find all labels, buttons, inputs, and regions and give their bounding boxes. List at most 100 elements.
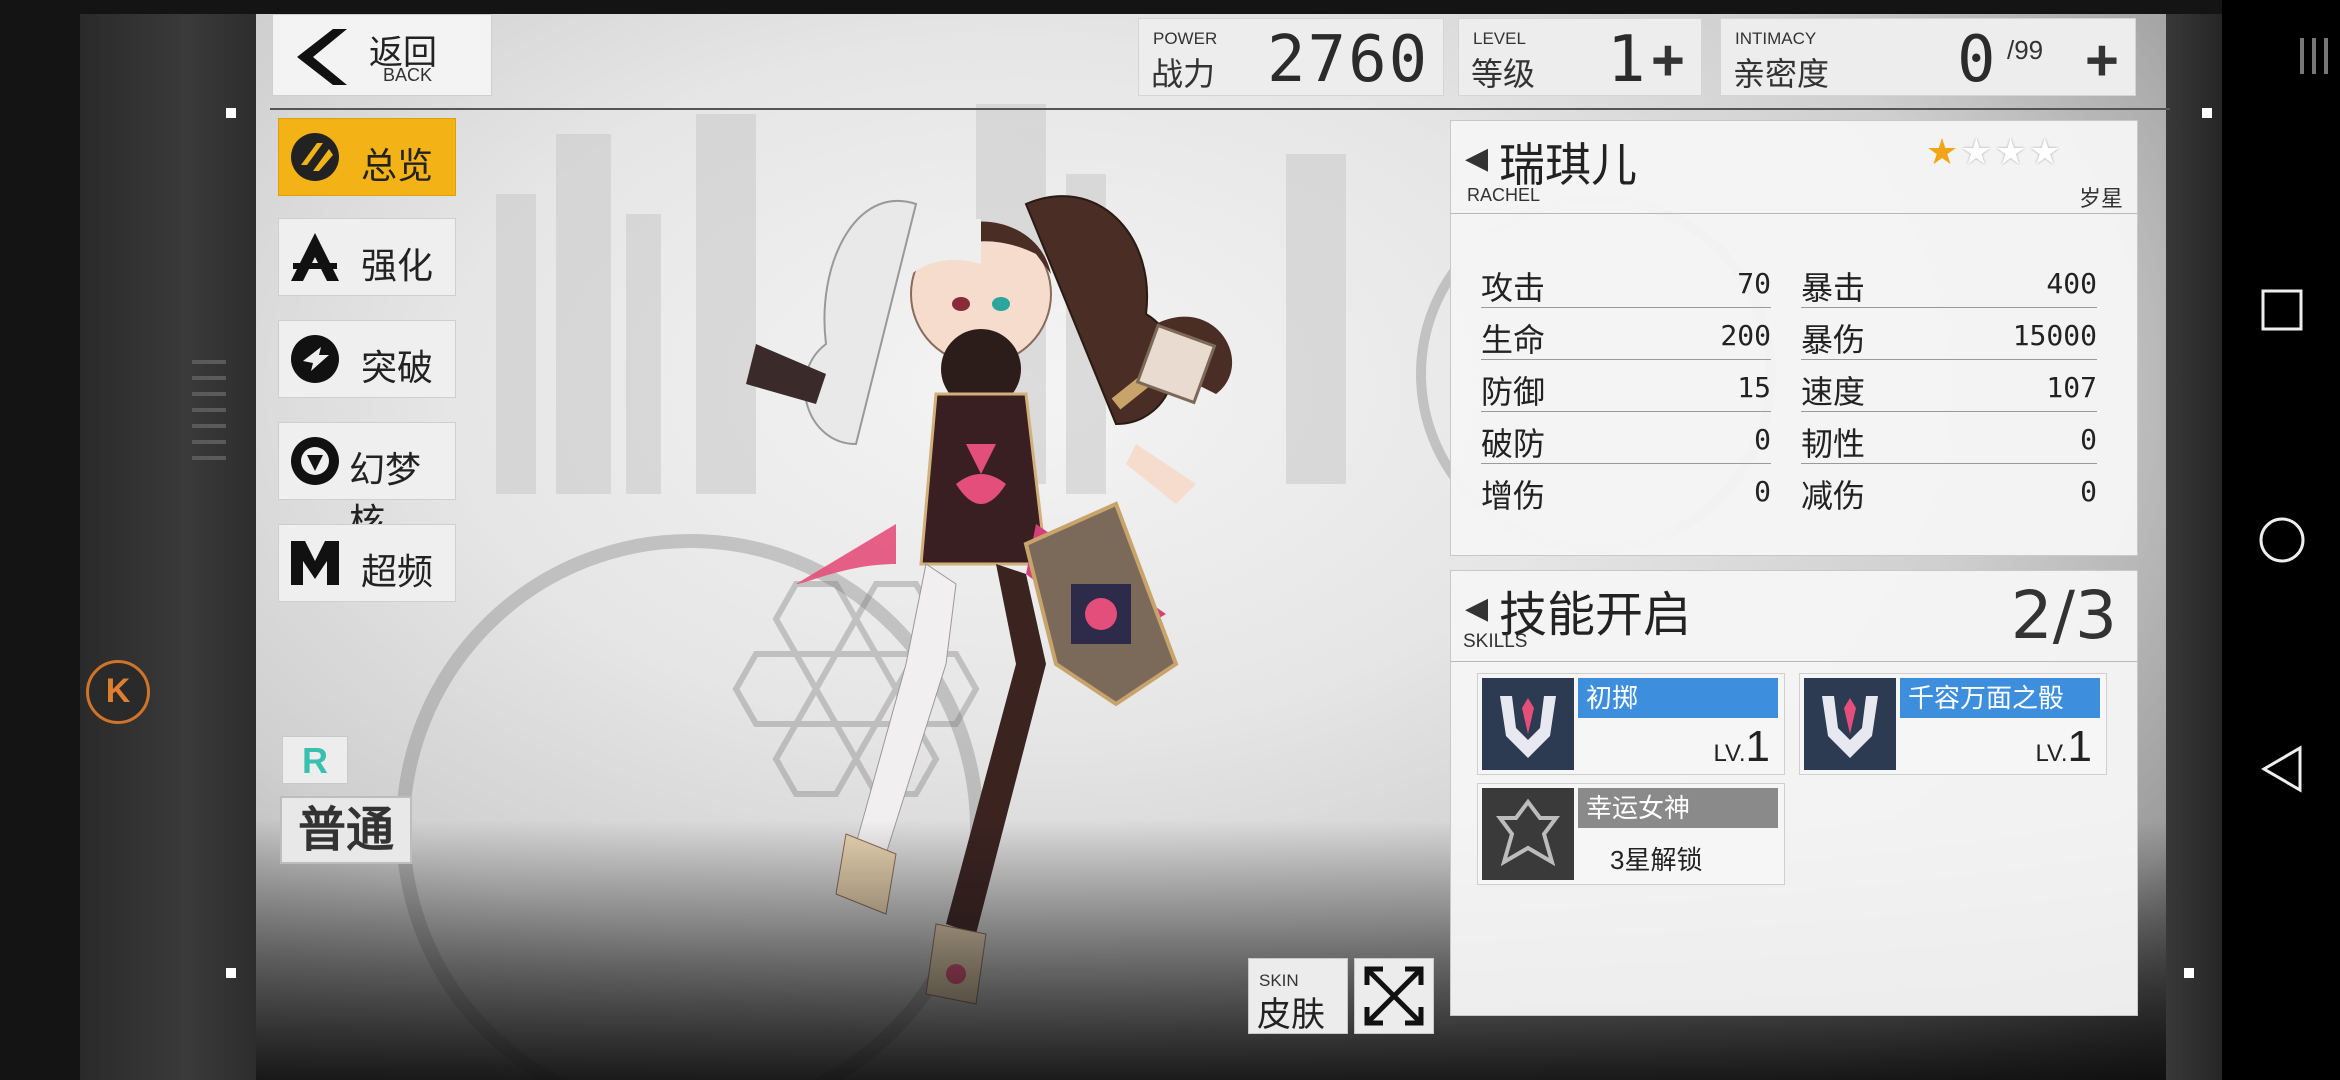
stat-row: 暴伤 15000 [1801,307,2097,360]
skill-card[interactable]: 初掷 LV.1 [1477,673,1785,775]
nav-label: 强化 [361,245,434,286]
level-up-button[interactable]: + [1651,27,1685,94]
rarity-text: 普通 [280,796,412,864]
level-value: 1 [1607,23,1648,97]
panel-divider [1451,661,2137,662]
stat-value: 0 [2080,475,2097,508]
stat-label: 增伤 [1481,478,1546,514]
stat-value: 15 [1737,371,1771,404]
skill-level-value: 1 [1745,722,1770,771]
stat-label: 暴伤 [1801,322,1866,358]
drag-handle-icon [2300,38,2328,74]
nav-breakthrough[interactable]: 突破 [278,320,456,398]
square-icon[interactable] [2260,288,2304,332]
stat-row: 破防 0 [1481,411,1771,464]
star-empty-icon: ★ [1994,131,2029,172]
stat-row: 速度 107 [1801,359,2097,412]
skills-title: 技能开启 [1499,589,1692,642]
star-filled-icon: ★ [1925,131,1961,172]
skill-card[interactable]: 千容万面之骰 LV.1 [1799,673,2107,775]
skill-card-locked[interactable]: 幸运女神 3星解锁 [1477,783,1785,885]
intimacy-box: INTIMACY 亲密度 0 /99 + [1720,18,2136,97]
stat-row: 攻击 70 [1481,255,1771,308]
level-label-en: LEVEL [1473,29,1526,48]
stat-value: 200 [1720,319,1771,352]
intimacy-add-button[interactable]: + [2085,27,2119,94]
nav-dream-core[interactable]: 幻梦核 [278,422,456,542]
nav-label: 突破 [361,347,434,388]
stat-value: 0 [1754,475,1771,508]
stat-value: 70 [1737,267,1771,300]
nav-overclock[interactable]: 超频 [278,524,456,602]
skill-level-prefix: LV. [1713,740,1746,767]
frame-corner [226,968,236,978]
power-box: POWER 战力 2760 [1138,18,1444,97]
level-label: 等级 [1471,56,1536,92]
skin-button[interactable]: SKIN 皮肤 [1248,958,1348,1034]
back-button[interactable]: 返回 BACK [272,14,492,96]
stat-value: 107 [2046,371,2097,404]
nav-label: 总览 [361,145,434,186]
skill-name: 初掷 [1578,678,1778,718]
skin-label: 皮肤 [1257,996,1325,1034]
back-arrow-icon [297,29,347,85]
star-rating: ★★★★ [1926,131,2063,173]
skill-trident-icon [1482,678,1574,770]
skill-level-prefix: LV. [2035,740,2068,767]
star-empty-icon: ★ [1960,131,1995,172]
frame-corner [2202,108,2212,118]
character-name-en: RACHEL [1467,185,1541,205]
intimacy-label-en: INTIMACY [1735,29,1817,48]
rarity-badge: R [282,736,348,784]
level-box: LEVEL 等级 1 + [1458,18,1702,97]
expand-icon [1364,966,1424,1026]
overclock-icon [291,541,339,585]
triangle-back-icon[interactable] [2260,744,2304,794]
back-label-en: BACK [383,65,433,85]
stat-value: 400 [2046,267,2097,300]
dream-core-icon [291,437,339,485]
frame-corner [2184,968,2194,978]
stat-row: 韧性 0 [1801,411,2097,464]
stat-row: 生命 200 [1481,307,1771,360]
skill-level: LV.1 [2035,722,2092,772]
stat-label: 生命 [1481,322,1546,358]
nav-label: 超频 [361,551,434,592]
stat-label: 减伤 [1801,478,1866,514]
skill-name: 幸运女神 [1578,788,1778,828]
stat-label: 暴击 [1801,270,1866,306]
star-empty-icon: ★ [2028,131,2063,172]
left-frame [80,14,260,1080]
stat-row: 暴击 400 [1801,255,2097,308]
skill-trident-icon [1804,678,1896,770]
circle-icon[interactable] [2258,516,2306,564]
drag-grip [192,360,226,490]
power-label-en: POWER [1153,29,1218,48]
topbar-divider [270,108,2170,110]
chevron-left-icon: ◀ [1465,592,1489,625]
nav-enhance[interactable]: 强化 [278,218,456,296]
power-label: 战力 [1151,56,1216,92]
stat-label: 防御 [1481,374,1546,410]
nav-overview[interactable]: 总览 [278,118,456,196]
skills-title-en: SKILLS [1463,631,1528,652]
stat-value: 0 [2080,423,2097,456]
overview-icon [291,133,339,181]
skill-locked-icon [1482,788,1574,880]
character-info-panel: ◀ 瑞琪儿 RACHEL ★★★★ 岁星 攻击 70 生命 200 防御 15 破防 0… [1450,120,2138,556]
expand-button[interactable] [1354,958,1434,1034]
panel-divider [1451,213,2137,214]
skill-name: 千容万面之骰 [1900,678,2100,718]
stat-label: 速度 [1801,374,1866,410]
intimacy-value: 0 [1957,23,1998,97]
skill-level-value: 1 [2067,722,2092,771]
skill-level: LV.1 [1713,722,1770,772]
stat-row: 防御 15 [1481,359,1771,412]
stat-value: 0 [1754,423,1771,456]
stat-label: 攻击 [1481,270,1546,306]
stat-row: 减伤 0 [1801,463,2097,515]
system-nav-bar [2222,0,2340,1080]
stat-row: 增伤 0 [1481,463,1771,515]
power-value: 2760 [1267,23,1430,97]
stat-value: 15000 [2012,319,2097,352]
